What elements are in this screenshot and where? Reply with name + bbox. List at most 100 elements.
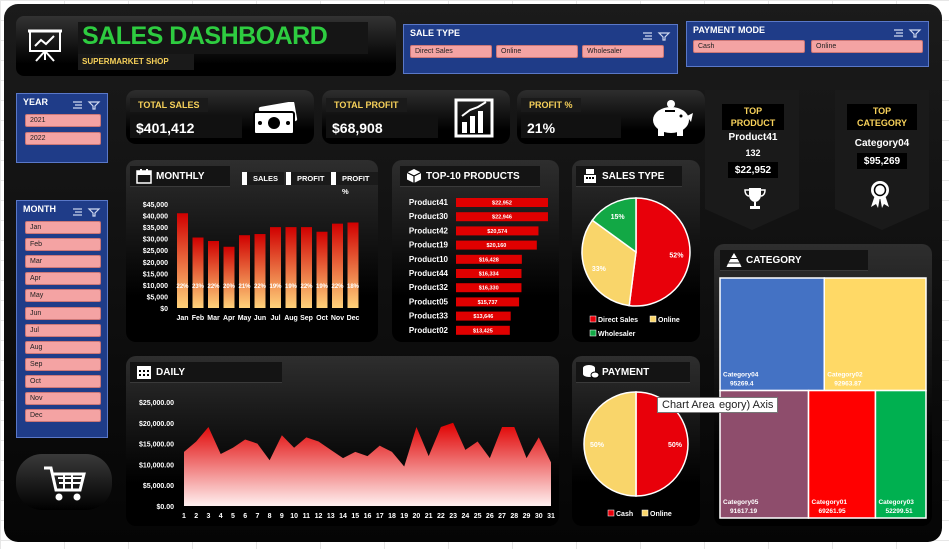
dashboard-subtitle: SUPERMARKET SHOP (82, 57, 169, 66)
x-tick-label: 26 (486, 513, 494, 520)
x-tick-label: 3 (207, 513, 211, 520)
x-tick-label: 14 (339, 513, 347, 520)
x-tick-label: 27 (498, 513, 506, 520)
daily-chart-card: DAILY $25,000.00 $20,000.00 $15,000.00 $10,… (126, 356, 559, 526)
y-tick-label: $0 (160, 306, 168, 313)
x-tick-label: 6 (243, 513, 247, 520)
treemap-category-label: Category03 (878, 499, 914, 506)
category-card: CATEGORY Category04 95269.4 Category02 9296… (714, 244, 932, 526)
monthly-chart-title: MONTHLY (156, 170, 205, 182)
monthly-sales-button[interactable]: SALES (242, 172, 285, 185)
month-slicer-title: MONTH (23, 204, 56, 214)
y-tick-label: $20,000.00 (139, 421, 174, 428)
slicer-item-2022[interactable]: 2022 (25, 132, 101, 145)
filter-icon[interactable] (71, 204, 101, 222)
slicer-item-month[interactable]: Jul (25, 323, 101, 337)
title-block: SALES DASHBOARD SUPERMARKET SHOP (16, 16, 396, 76)
monthly-bar (254, 234, 266, 308)
filter-icon[interactable] (71, 97, 101, 115)
y-tick-label: $10,000.00 (139, 462, 174, 469)
product-value-label: $20,574 (487, 229, 508, 235)
sales-type-pie-chart[interactable]: 52% 33% 15% Direct Sales Online Wholesaler (572, 190, 700, 340)
presentation-icon (26, 26, 64, 64)
kpi-total-sales-label: TOTAL SALES (130, 98, 208, 112)
slicer-item-direct-sales[interactable]: Direct Sales (410, 45, 492, 58)
monthly-bar (239, 235, 250, 308)
year-slicer-title: YEAR (23, 97, 49, 107)
top10-bar-chart[interactable]: Product41 $22,952 Product30 $22,946 Product4… (392, 192, 559, 338)
x-tick-label: Mar (207, 315, 220, 322)
y-tick-label: $5,000.00 (143, 483, 174, 490)
payment-mode-slicer-title: PAYMENT MODE (693, 25, 766, 35)
bar-pct-label: 19% (269, 284, 282, 290)
slicer-item-cash[interactable]: Cash (693, 40, 805, 53)
x-tick-label: 25 (474, 513, 482, 520)
x-tick-label: 28 (510, 513, 518, 520)
slicer-item-month[interactable]: Sep (25, 357, 101, 371)
slicer-item-online-payment[interactable]: Online (811, 40, 923, 53)
product-label: Product44 (409, 269, 449, 278)
y-tick-label: $25,000 (143, 248, 168, 255)
slicer-item-month[interactable]: Apr (25, 272, 101, 286)
monthly-bar (316, 231, 328, 308)
product-label: Product10 (409, 255, 449, 264)
kpi-total-profit-label: TOTAL PROFIT (326, 98, 407, 112)
slicer-item-month[interactable]: Jun (25, 306, 101, 320)
monthly-profit-pct-button[interactable]: PROFIT % (331, 172, 378, 196)
slicer-item-month[interactable]: Oct (25, 374, 101, 388)
legend-label: Direct Sales (598, 317, 638, 324)
sales-type-header: SALES TYPE (576, 166, 682, 186)
pie-label: 33% (592, 266, 607, 273)
slicer-item-month[interactable]: Nov (25, 392, 101, 405)
monthly-bar (270, 227, 281, 308)
x-tick-label: Jun (254, 315, 266, 322)
x-tick-label: 7 (255, 513, 259, 520)
product-value-label: $16,334 (479, 272, 500, 278)
product-value-label: $20,160 (486, 243, 506, 249)
monthly-chart-card: MONTHLY SALES PROFIT PROFIT % $45,000 $40… (126, 160, 378, 342)
slicer-item-month[interactable]: May (25, 289, 101, 303)
kpi-profit-pct-value: 21% (527, 120, 556, 136)
legend-label: Wholesaler (598, 331, 636, 338)
monthly-bar (301, 227, 312, 308)
y-tick-label: $5,000 (147, 294, 169, 301)
axis-tooltip-fragment: egory) Axis (715, 397, 779, 413)
x-tick-label: 20 (413, 513, 421, 520)
year-slicer: YEAR 2021 2022 (16, 93, 108, 163)
bar-pct-label: 22% (331, 284, 344, 290)
slicer-item-month[interactable]: Mar (25, 255, 101, 269)
x-tick-label: 22 (437, 513, 445, 520)
y-tick-label: $0.00 (156, 504, 174, 511)
legend-swatch (649, 315, 657, 323)
slicer-item-2021[interactable]: 2021 (25, 114, 101, 127)
top-category-title-line2: CATEGORY (856, 118, 907, 128)
cart-button[interactable] (16, 454, 112, 510)
bar-chart-icon (454, 98, 494, 138)
kpi-profit-pct-label: PROFIT % (521, 98, 581, 112)
x-tick-label: Feb (192, 315, 204, 322)
cash-register-icon (584, 169, 596, 183)
sales-type-card: SALES TYPE 52% 33% 15% Direct Sales Online Wh… (572, 160, 700, 342)
slicer-item-online[interactable]: Online (496, 45, 578, 58)
slicer-item-month[interactable]: Dec (25, 409, 101, 423)
monthly-profit-button[interactable]: PROFIT (286, 172, 331, 185)
slicer-item-month[interactable]: Jan (25, 221, 101, 234)
top10-title: TOP-10 PRODUCTS (426, 170, 520, 182)
package-icon (406, 169, 422, 183)
shopping-cart-icon (44, 466, 86, 501)
monthly-bar-chart[interactable]: $45,000 $40,000 $35,000 $30,000 $25,000 $20,0… (126, 194, 378, 340)
x-tick-label: 19 (400, 513, 408, 520)
slicer-item-wholesaler[interactable]: Wholesaler (582, 45, 664, 58)
x-tick-label: 16 (364, 513, 372, 520)
kpi-total-profit-value: $68,908 (332, 120, 383, 136)
slicer-item-month[interactable]: Aug (25, 340, 101, 354)
product-label: Product32 (409, 283, 449, 292)
daily-area-chart[interactable]: $25,000.00 $20,000.00 $15,000.00 $10,000.00… (126, 386, 559, 524)
trophy-icon (744, 188, 766, 209)
bar-pct-label: 22% (207, 284, 220, 290)
slicer-item-month[interactable]: Feb (25, 238, 101, 252)
payment-mode-slicer: PAYMENT MODE Cash Online (686, 21, 929, 67)
treemap-value-label: 52299.51 (885, 508, 912, 515)
x-tick-label: 30 (535, 513, 543, 520)
multi-select-icon[interactable] (641, 28, 671, 46)
